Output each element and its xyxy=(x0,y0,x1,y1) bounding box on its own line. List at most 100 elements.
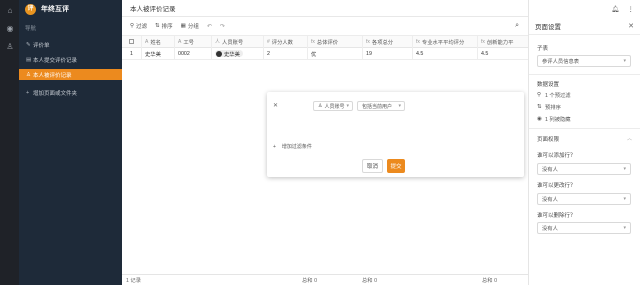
panel-header: 页面设置 ✕ xyxy=(529,17,640,35)
filter-icon: ⚲ xyxy=(130,23,135,29)
sidebar-item-received-records[interactable]: ♙ 本人被评价记录 xyxy=(19,69,122,80)
divider xyxy=(529,74,640,75)
group-icon: ▦ xyxy=(180,23,186,29)
panel-title: 页面设置 xyxy=(535,23,561,31)
page-title: 本人被评价记录 xyxy=(130,6,176,13)
more-icon[interactable]: ⋮ xyxy=(628,5,635,13)
list-icon: ▤ xyxy=(26,57,32,63)
name-cell[interactable]: 史华美 xyxy=(142,47,175,60)
app-title: 年终互评 xyxy=(41,6,69,13)
column-header[interactable]: A 工号 xyxy=(175,35,212,48)
filter-button[interactable]: ⚲ 过滤 xyxy=(130,22,147,30)
chevron-down-icon: ▾ xyxy=(398,103,401,109)
hidden-columns-item[interactable]: ◉ 1 列被隐藏 xyxy=(537,115,571,123)
total-cell[interactable]: 19 xyxy=(363,47,413,60)
subtable-label: 子表 xyxy=(537,46,549,52)
undo-icon[interactable]: ↶ xyxy=(207,23,212,30)
count-cell[interactable]: 2 xyxy=(264,47,308,60)
chevron-down-icon: ▾ xyxy=(623,58,626,64)
user-settings-icon[interactable]: ♙ xyxy=(5,42,15,52)
add-permission-select[interactable]: 没有人 ▾ xyxy=(537,163,631,175)
column-header[interactable]: A 姓名 xyxy=(142,35,175,48)
user-tag: 史华美 xyxy=(215,50,243,58)
app-logo: 评 xyxy=(25,3,36,15)
search-icon[interactable]: ⌕ xyxy=(515,22,519,30)
add-page-button[interactable]: + 增加页面或文件夹 xyxy=(19,88,122,98)
account-cell[interactable]: 史华美 xyxy=(212,47,264,60)
sidebar: 评 年终互评 导航 ✎ 评价单 ▤ 本人提交评价记录 ♙ 本人被评价记录 + 增… xyxy=(19,0,122,285)
sidebar-item-label: 评价单 xyxy=(33,43,50,49)
edit-permission-select[interactable]: 没有人 ▾ xyxy=(537,193,631,205)
chevron-down-icon: ▾ xyxy=(346,103,349,109)
sidebar-item-evaluation-form[interactable]: ✎ 评价单 xyxy=(19,40,122,50)
data-settings-label: 数据设置 xyxy=(537,82,560,88)
subtable-select[interactable]: 参评人员信息表 ▾ xyxy=(537,55,631,67)
column-header[interactable]: fx 专业水平平均评分 xyxy=(413,35,478,48)
eye-icon[interactable]: ◉ xyxy=(5,24,15,34)
sidebar-item-submitted-records[interactable]: ▤ 本人提交评价记录 xyxy=(19,55,122,65)
permissions-title: 页面权限 xyxy=(537,137,560,143)
record-count: 1 记录 xyxy=(126,278,142,284)
add-permission-label: 谁可以添加行？ xyxy=(537,153,576,159)
filter-operator-select[interactable]: 包括当前用户 ▾ xyxy=(357,101,405,111)
sort-button[interactable]: ⇅ 排序 xyxy=(155,22,173,30)
sidebar-item-label: 本人被评价记录 xyxy=(33,72,72,79)
innov-cell[interactable]: 4.5 xyxy=(478,48,528,60)
filter-field-select[interactable]: ♙ 人员账号 ▾ xyxy=(313,101,353,111)
column-header[interactable]: fx 创新能力平 xyxy=(478,36,528,48)
id-cell[interactable]: 0002 xyxy=(175,47,212,60)
add-condition-button[interactable]: + 增加过滤条件 xyxy=(273,143,312,150)
chevron-up-icon[interactable]: ︿ xyxy=(627,135,632,142)
column-header[interactable]: 人人员账号 xyxy=(212,35,264,48)
column-header[interactable]: fx 各项总分 xyxy=(363,35,413,48)
chevron-down-icon: ▾ xyxy=(623,166,626,172)
table-footer: 1 记录 总和 0 总和 0 总和 0 xyxy=(122,274,528,285)
sidebar-item-label: 增加页面或文件夹 xyxy=(33,91,78,97)
home-icon[interactable]: ⌂ xyxy=(5,6,15,16)
prefilter-item[interactable]: ⚲ 1 个预过滤 xyxy=(537,91,571,99)
row-index: 1 xyxy=(122,47,142,60)
filter-popup: ✕ ♙ 人员账号 ▾ 包括当前用户 ▾ + 增加过滤条件 取消 提交 xyxy=(267,92,524,177)
edit-icon: ✎ xyxy=(26,42,31,48)
remove-filter-icon[interactable]: ✕ xyxy=(273,102,278,109)
select-all-checkbox[interactable] xyxy=(122,35,142,48)
sidebar-item-label: 本人提交评价记录 xyxy=(33,58,78,64)
user-icon: ♙ xyxy=(318,103,323,109)
page-header: 本人被评价记录 xyxy=(122,0,528,17)
eye-icon: ◉ xyxy=(537,116,542,122)
footer-sum: 总和 0 xyxy=(302,278,318,284)
cancel-button[interactable]: 取消 xyxy=(362,159,383,173)
filter-icon: ⚲ xyxy=(537,92,541,98)
user-icon: ♙ xyxy=(26,71,31,78)
sort-icon: ⇅ xyxy=(537,104,542,110)
chevron-down-icon: ▾ xyxy=(623,225,626,231)
submit-button[interactable]: 提交 xyxy=(387,159,405,173)
redo-icon[interactable]: ↷ xyxy=(220,23,225,30)
close-icon[interactable]: ✕ xyxy=(628,22,634,30)
app-brand: 评 年终互评 xyxy=(25,3,69,15)
nav-section-label: 导航 xyxy=(25,26,37,32)
column-header[interactable]: # 评分人数 xyxy=(264,35,308,48)
avatar xyxy=(216,50,222,57)
group-button[interactable]: ▦ 分组 xyxy=(181,22,199,30)
page-settings-panel: 🔔︎ ⋮ 页面设置 ✕ 子表 参评人员信息表 ▾ 数据设置 ⚲ 1 个预过滤 ⇅ 预… xyxy=(528,0,640,285)
delete-permission-select[interactable]: 没有人 ▾ xyxy=(537,222,631,234)
divider xyxy=(529,128,640,129)
sort-icon: ⇅ xyxy=(155,23,160,29)
delete-permission-label: 谁可以删除行？ xyxy=(537,213,576,219)
chevron-down-icon: ▾ xyxy=(623,196,626,202)
bell-icon[interactable]: 🔔︎ xyxy=(611,5,619,13)
plus-icon: + xyxy=(26,90,30,96)
footer-sum: 总和 0 xyxy=(482,278,498,284)
icon-rail: ⌂ ◉ ♙ xyxy=(0,0,19,285)
edit-permission-label: 谁可以更改行？ xyxy=(537,183,576,189)
toolbar: ⚲ 过滤 ⇅ 排序 ▦ 分组 ↶ ↷ ⌕ xyxy=(122,17,528,36)
footer-sum: 总和 0 xyxy=(362,278,378,284)
presort-item[interactable]: ⇅ 预排序 xyxy=(537,103,561,111)
column-header[interactable]: fx 总体评价 xyxy=(308,35,363,48)
overall-cell[interactable]: 优 xyxy=(308,47,363,60)
table-row[interactable]: 1 史华美 0002 史华美 2 优 19 4.5 4.5 xyxy=(122,47,528,60)
top-actions: 🔔︎ ⋮ xyxy=(529,0,640,17)
table-header: A 姓名 A 工号 人人员账号 # 评分人数 fx 总体评价 fx 各项总分 fx 专业水平… xyxy=(122,35,528,48)
pro-cell[interactable]: 4.5 xyxy=(413,47,478,60)
